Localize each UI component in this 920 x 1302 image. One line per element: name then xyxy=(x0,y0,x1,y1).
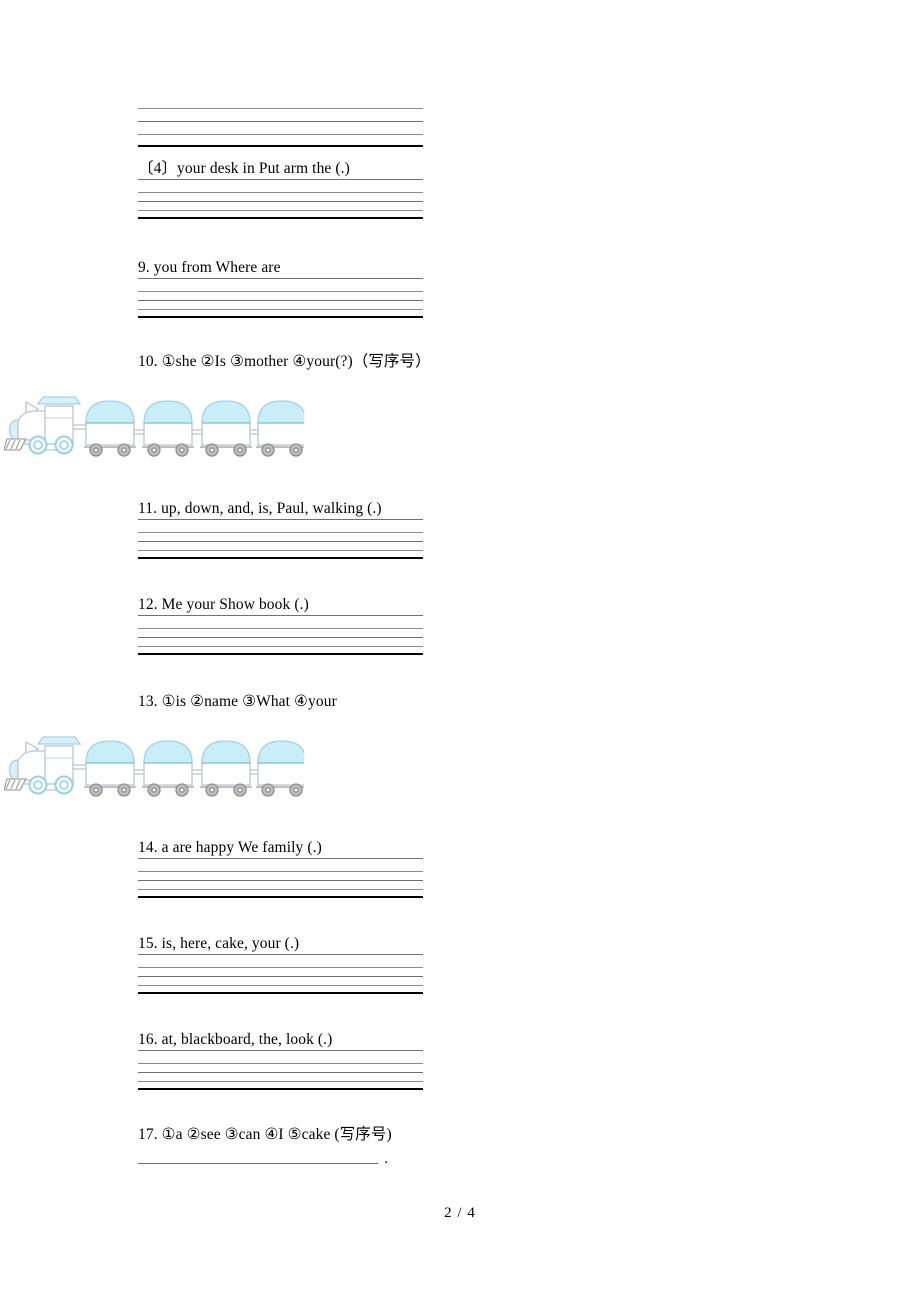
question-4-bracketed: 〔4〕your desk in Put arm the (.) xyxy=(138,160,423,219)
question-14: 14. a are happy We family (.) xyxy=(138,839,423,898)
train-illustration xyxy=(3,736,308,797)
question-15: 15. is, here, cake, your (.) xyxy=(138,935,423,994)
answer-period: . xyxy=(384,1151,388,1167)
question-11: 11. up, down, and, is, Paul, walking (.) xyxy=(138,500,423,559)
ruled-line-answer[interactable] xyxy=(138,1163,378,1164)
question-9: 9. you from Where are xyxy=(138,259,423,318)
question-text: 16. at, blackboard, the, look (.) xyxy=(138,1031,333,1048)
answer-lines-q8-continued xyxy=(138,108,423,147)
question-10: 10. ①she ②Is ③mother ④your(?)（写序号） xyxy=(138,353,558,372)
ruled-line xyxy=(138,145,423,147)
question-text: 14. a are happy We family (.) xyxy=(138,839,322,856)
question-text: 9. you from Where are xyxy=(138,259,281,276)
train-graphic xyxy=(3,392,308,463)
ruled-line[interactable] xyxy=(138,316,423,318)
ruled-line[interactable] xyxy=(138,217,423,219)
question-text: 15. is, here, cake, your (.) xyxy=(138,935,300,952)
ruled-line[interactable] xyxy=(138,1088,423,1090)
train-graphic xyxy=(3,732,308,803)
page-footer: 2 / 4 xyxy=(0,1205,920,1222)
question-text: 17. ①a ②see ③can ④I ⑤cake (写序号) xyxy=(138,1126,392,1143)
question-16: 16. at, blackboard, the, look (.) xyxy=(138,1031,423,1090)
question-text: 〔4〕your desk in Put arm the (.) xyxy=(138,160,350,177)
ruled-line[interactable] xyxy=(138,653,423,655)
page-number: 2 / 4 xyxy=(444,1205,476,1221)
ruled-line[interactable] xyxy=(138,896,423,898)
worksheet-page: 〔4〕your desk in Put arm the (.) 9. you f… xyxy=(0,0,920,1302)
ruled-line[interactable] xyxy=(138,557,423,559)
question-text: 10. ①she ②Is ③mother ④your(?)（写序号） xyxy=(138,353,431,370)
question-text: 11. up, down, and, is, Paul, walking (.) xyxy=(138,500,382,517)
answer-blank-row: . xyxy=(138,1151,388,1167)
question-12: 12. Me your Show book (.) xyxy=(138,596,423,655)
train-illustration xyxy=(3,396,308,457)
question-text: 12. Me your Show book (.) xyxy=(138,596,309,613)
question-text: 13. ①is ②name ③What ④your xyxy=(138,693,337,710)
ruled-line[interactable] xyxy=(138,992,423,994)
question-13: 13. ①is ②name ③What ④your xyxy=(138,693,558,712)
question-17: 17. ①a ②see ③can ④I ⑤cake (写序号) . xyxy=(138,1126,538,1167)
